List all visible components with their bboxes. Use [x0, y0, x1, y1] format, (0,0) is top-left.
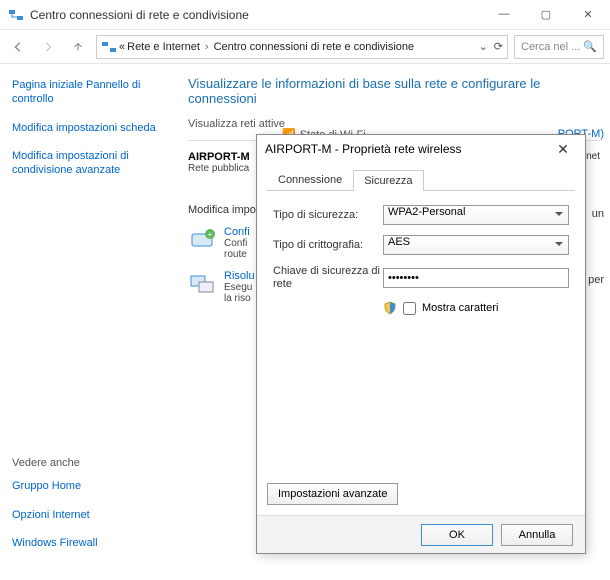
tab-security[interactable]: Sicurezza — [353, 170, 423, 191]
wireless-properties-dialog: AIRPORT-M - Proprietà rete wireless ✕ Co… — [256, 134, 586, 554]
chevron-down-icon[interactable]: ⌄ — [479, 40, 488, 53]
search-input[interactable]: Cerca nel ... 🔍 — [514, 35, 604, 59]
page-heading: Visualizzare le informazioni di base sul… — [188, 76, 600, 106]
dialog-close-button[interactable]: ✕ — [549, 141, 577, 158]
close-button[interactable]: ✕ — [574, 8, 602, 21]
config-link[interactable]: Risolu — [224, 270, 255, 282]
show-characters-checkbox[interactable] — [403, 302, 416, 315]
security-type-select[interactable]: WPA2-Personal — [383, 205, 569, 225]
navigation-bar: « Rete e Internet › Centro connessioni d… — [0, 30, 610, 64]
config-desc: Esegula riso — [224, 282, 255, 304]
active-networks-label: Visualizza reti attive — [188, 118, 600, 130]
dialog-footer: OK Annulla — [257, 515, 585, 553]
dialog-tabs: Connessione Sicurezza — [267, 169, 575, 191]
network-key-label: Chiave di sicurezza di rete — [273, 265, 383, 291]
encryption-type-label: Tipo di crittografia: — [273, 239, 383, 251]
breadcrumb[interactable]: « Rete e Internet › Centro connessioni d… — [96, 35, 508, 59]
sidebar: Pagina iniziale Pannello di controllo Mo… — [0, 64, 178, 580]
tab-connection[interactable]: Connessione — [267, 169, 353, 190]
refresh-icon[interactable]: ⟳ — [494, 40, 503, 53]
sidebar-homegroup-link[interactable]: Gruppo Home — [12, 479, 166, 493]
ok-button[interactable]: OK — [421, 524, 493, 546]
sidebar-inetopt-link[interactable]: Opzioni Internet — [12, 508, 166, 522]
config-desc: Confiroute — [224, 238, 250, 260]
sidebar-home-link[interactable]: Pagina iniziale Pannello di controllo — [12, 78, 166, 107]
see-also-heading: Vedere anche — [12, 457, 166, 469]
dialog-titlebar: AIRPORT-M - Proprietà rete wireless ✕ — [257, 135, 585, 163]
network-key-input[interactable] — [383, 268, 569, 288]
svg-text:+: + — [208, 230, 213, 239]
search-icon: 🔍 — [583, 40, 597, 53]
up-button[interactable] — [66, 35, 90, 59]
breadcrumb-chevron: « — [119, 41, 125, 53]
cancel-button[interactable]: Annulla — [501, 524, 573, 546]
network-center-icon — [8, 7, 24, 23]
forward-button[interactable] — [36, 35, 60, 59]
window-titlebar: Centro connessioni di rete e condivision… — [0, 0, 610, 30]
sidebar-adapter-link[interactable]: Modifica impostazioni scheda — [12, 121, 166, 135]
window-title: Centro connessioni di rete e condivision… — [30, 8, 490, 22]
show-characters-label: Mostra caratteri — [422, 302, 498, 314]
dialog-title: AIRPORT-M - Proprietà rete wireless — [265, 142, 549, 156]
maximize-button[interactable]: ▢ — [532, 8, 560, 21]
chevron-right-icon: › — [202, 41, 212, 53]
encryption-type-select[interactable]: AES — [383, 235, 569, 255]
sidebar-firewall-link[interactable]: Windows Firewall — [12, 536, 166, 550]
breadcrumb-item[interactable]: Centro connessioni di rete e condivision… — [214, 41, 415, 53]
search-placeholder: Cerca nel ... — [521, 41, 580, 53]
back-button[interactable] — [6, 35, 30, 59]
advanced-settings-button[interactable]: Impostazioni avanzate — [267, 483, 398, 505]
breadcrumb-item[interactable]: Rete e Internet — [127, 41, 200, 53]
uac-shield-icon — [383, 301, 397, 315]
new-connection-icon: + — [188, 226, 216, 254]
troubleshoot-icon — [188, 270, 216, 298]
obscured-text: un — [592, 208, 604, 220]
minimize-button[interactable]: — — [490, 8, 518, 21]
sidebar-sharing-link[interactable]: Modifica impostazioni di condivisione av… — [12, 149, 166, 178]
security-type-label: Tipo di sicurezza: — [273, 209, 383, 221]
config-link[interactable]: Confi — [224, 226, 250, 238]
network-icon — [101, 39, 117, 55]
